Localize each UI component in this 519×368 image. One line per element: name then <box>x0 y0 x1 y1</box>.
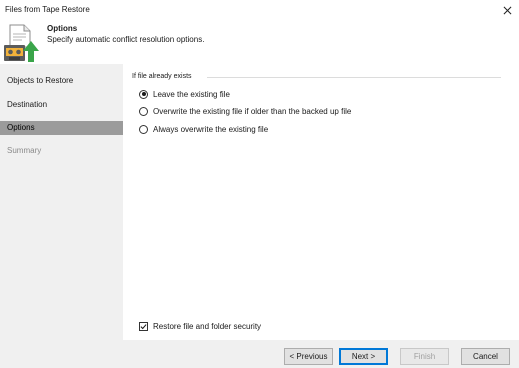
page-subtitle: Specify automatic conflict resolution op… <box>47 35 205 44</box>
nav-item-options[interactable]: Options <box>0 121 123 135</box>
restore-security-checkbox[interactable] <box>139 321 148 331</box>
nav-item-destination[interactable]: Destination <box>0 98 123 112</box>
nav-item-summary: Summary <box>7 146 42 155</box>
close-icon <box>503 6 511 14</box>
radio-label: Always overwrite the existing file <box>153 124 269 134</box>
nav-item-objects-to-restore[interactable]: Objects to Restore <box>0 74 123 88</box>
page-title: Options <box>47 24 78 33</box>
window-title: Files from Tape Restore <box>5 5 90 14</box>
restore-security-option[interactable]: Restore file and folder security <box>139 320 261 332</box>
restore-wizard-window: Files from Tape Restore Options Specify … <box>0 0 519 368</box>
wizard-steps-nav: Objects to Restore Destination Options S… <box>0 64 123 340</box>
radio-overwrite-if-older[interactable]: Overwrite the existing file if older tha… <box>139 105 351 117</box>
radio-button-selected[interactable] <box>139 89 148 99</box>
wizard-header: Options Specify automatic conflict resol… <box>0 20 519 64</box>
group-label-if-file-exists: If file already exists <box>132 73 195 80</box>
radio-label: Overwrite the existing file if older tha… <box>153 106 352 116</box>
radio-leave-existing[interactable]: Leave the existing file <box>139 88 230 100</box>
options-panel: If file already exists Leave the existin… <box>123 64 519 340</box>
radio-label: Leave the existing file <box>153 89 230 99</box>
checkbox-label: Restore file and folder security <box>153 321 262 331</box>
radio-button[interactable] <box>139 106 148 116</box>
checkmark-icon <box>140 323 147 329</box>
group-divider <box>207 77 501 78</box>
tape-restore-icon <box>4 24 39 62</box>
next-button[interactable]: Next > <box>339 348 388 365</box>
radio-always-overwrite[interactable]: Always overwrite the existing file <box>139 123 268 135</box>
previous-button[interactable]: < Previous <box>284 348 333 365</box>
wizard-footer: < Previous Next > Finish Cancel <box>0 340 519 368</box>
title-bar: Files from Tape Restore <box>0 0 519 20</box>
finish-button: Finish <box>400 348 449 365</box>
close-button[interactable] <box>499 2 515 18</box>
radio-button[interactable] <box>139 124 148 134</box>
cancel-button[interactable]: Cancel <box>461 348 510 365</box>
